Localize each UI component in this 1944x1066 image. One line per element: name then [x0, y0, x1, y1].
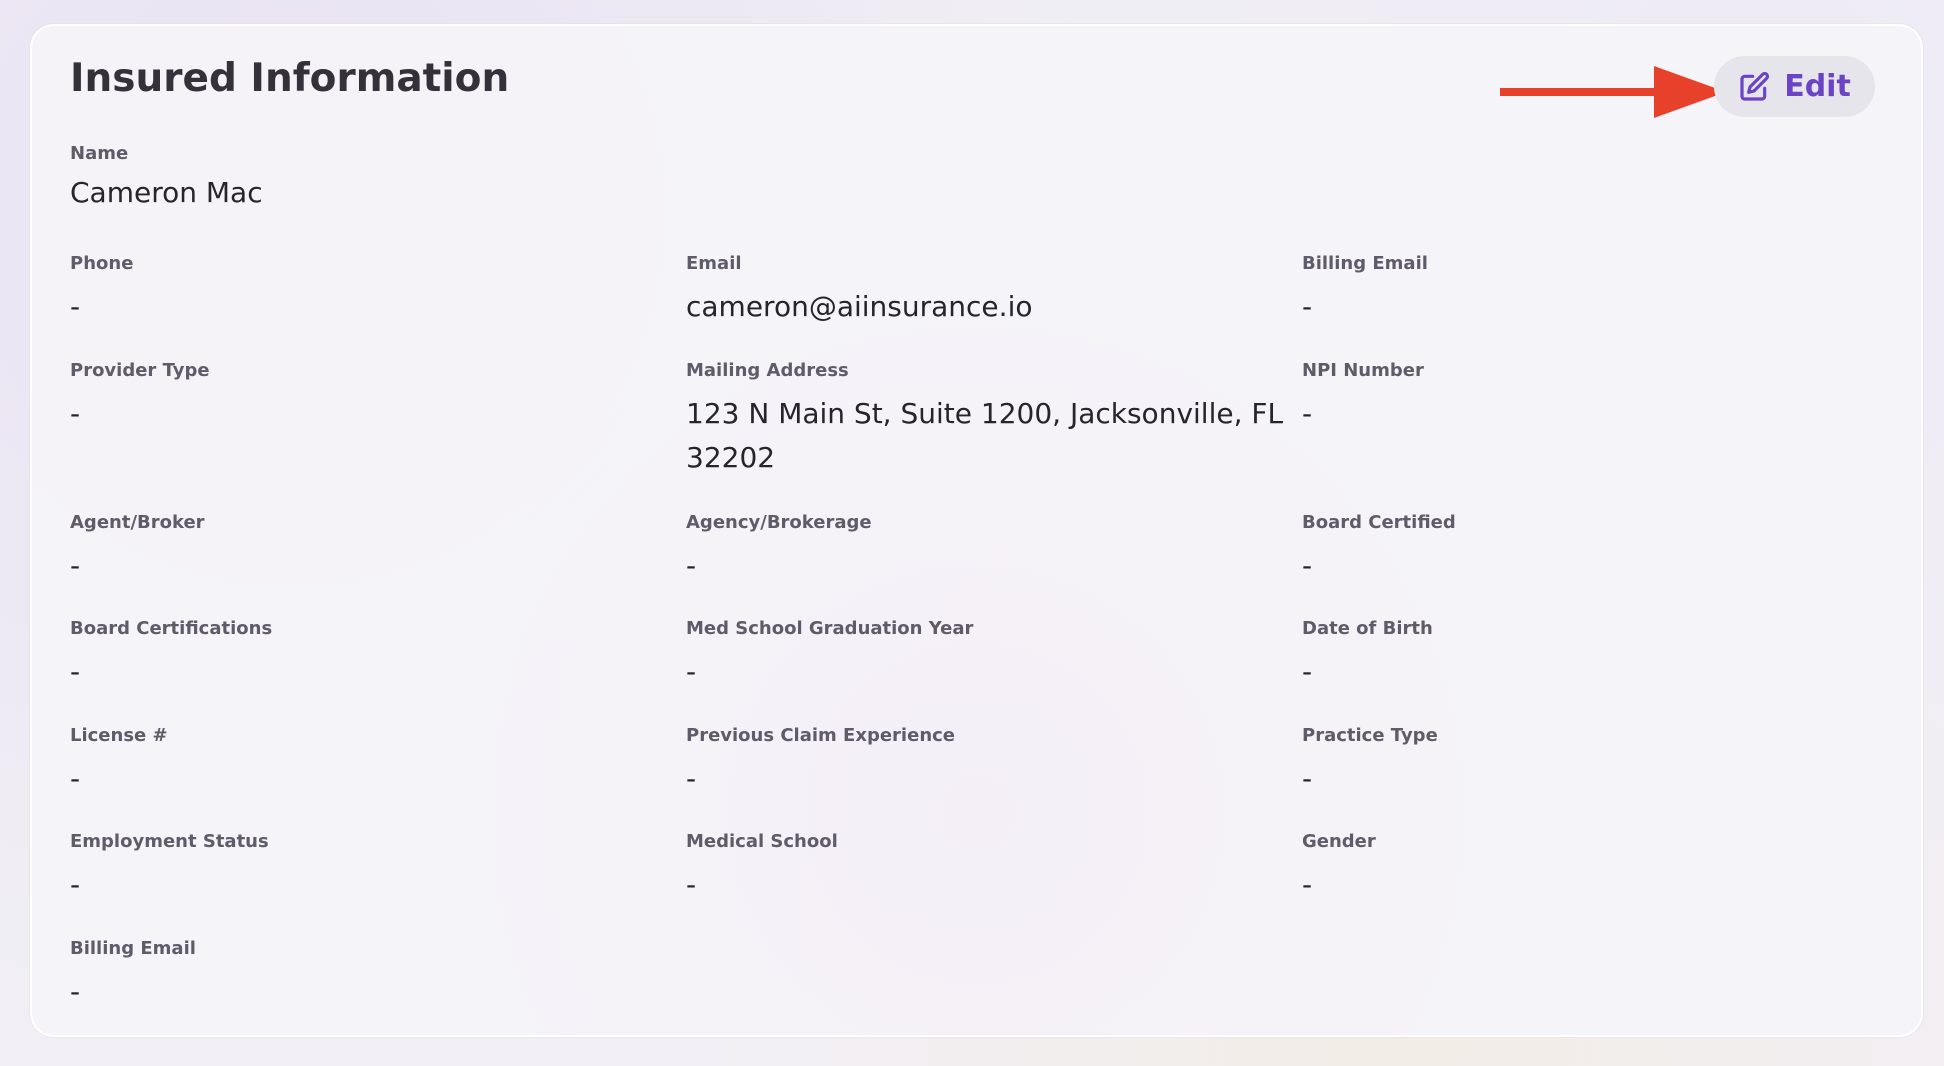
field-practice-type: Practice Type -	[1302, 724, 1902, 801]
field-date-of-birth: Date of Birth -	[1302, 617, 1902, 694]
field-value: -	[70, 290, 81, 324]
field-label: Agent/Broker	[70, 512, 205, 533]
field-label: Date of Birth	[1302, 618, 1433, 639]
field-label: Email	[686, 253, 742, 274]
field-label: Gender	[1302, 831, 1376, 852]
field-label: Name	[70, 143, 129, 164]
field-value: -	[686, 549, 697, 583]
field-billing-email: Billing Email -	[1302, 252, 1902, 329]
field-agency-brokerage: Agency/Brokerage -	[686, 511, 1286, 588]
field-value: -	[70, 549, 81, 583]
field-mailing-address: Mailing Address 123 N Main St, Suite 120…	[686, 359, 1286, 480]
field-phone: Phone -	[70, 252, 670, 329]
field-label: Phone	[70, 253, 134, 274]
field-med-school-graduation-year: Med School Graduation Year -	[686, 617, 1286, 694]
field-value: -	[686, 868, 697, 902]
field-label: Practice Type	[1302, 725, 1438, 746]
edit-button-label: Edit	[1784, 68, 1851, 104]
field-value: -	[1302, 549, 1313, 583]
field-value: -	[1302, 290, 1313, 324]
field-value: 123 N Main St, Suite 1200, Jacksonville,…	[686, 397, 1284, 475]
field-agent-broker: Agent/Broker -	[70, 511, 670, 588]
field-license-number: License # -	[70, 724, 670, 801]
field-board-certified: Board Certified -	[1302, 511, 1902, 588]
field-name: Name Cameron Mac	[70, 142, 670, 215]
field-label: Board Certified	[1302, 512, 1456, 533]
card-title: Insured Information	[70, 56, 510, 101]
field-label: License #	[70, 725, 168, 746]
field-label: Med School Graduation Year	[686, 618, 974, 639]
field-value: -	[70, 762, 81, 796]
field-label: Billing Email	[70, 938, 196, 959]
field-provider-type: Provider Type -	[70, 359, 670, 436]
field-board-certifications: Board Certifications -	[70, 617, 670, 694]
field-value: -	[70, 397, 81, 431]
field-label: Billing Email	[1302, 253, 1428, 274]
field-label: Provider Type	[70, 360, 210, 381]
field-value: -	[70, 655, 81, 689]
field-value: -	[70, 975, 81, 1009]
red-arrow-icon	[1500, 66, 1726, 118]
edit-button[interactable]: Edit	[1714, 56, 1875, 117]
field-employment-status: Employment Status -	[70, 830, 670, 907]
field-medical-school: Medical School -	[686, 830, 1286, 907]
field-label: Medical School	[686, 831, 838, 852]
field-previous-claim-experience: Previous Claim Experience -	[686, 724, 1286, 801]
field-value: -	[70, 868, 81, 902]
field-value: -	[1302, 762, 1313, 796]
field-value: cameron@aiinsurance.io	[686, 290, 1033, 324]
field-value: -	[1302, 655, 1313, 689]
field-value: -	[1302, 868, 1313, 902]
field-label: Board Certifications	[70, 618, 273, 639]
field-npi-number: NPI Number -	[1302, 359, 1902, 436]
field-label: Previous Claim Experience	[686, 725, 956, 746]
field-billing-email-secondary: Billing Email -	[70, 937, 670, 1014]
field-value: -	[686, 762, 697, 796]
field-label: Agency/Brokerage	[686, 512, 872, 533]
field-label: NPI Number	[1302, 360, 1424, 381]
edit-icon	[1740, 71, 1770, 101]
field-value: -	[1302, 397, 1313, 431]
field-value: -	[686, 655, 697, 689]
field-value: Cameron Mac	[70, 176, 263, 210]
field-label: Employment Status	[70, 831, 269, 852]
field-email: Email cameron@aiinsurance.io	[686, 252, 1286, 329]
insured-information-card: Insured Information Edit Name Cameron Ma…	[30, 24, 1923, 1037]
field-label: Mailing Address	[686, 360, 849, 381]
field-gender: Gender -	[1302, 830, 1902, 907]
